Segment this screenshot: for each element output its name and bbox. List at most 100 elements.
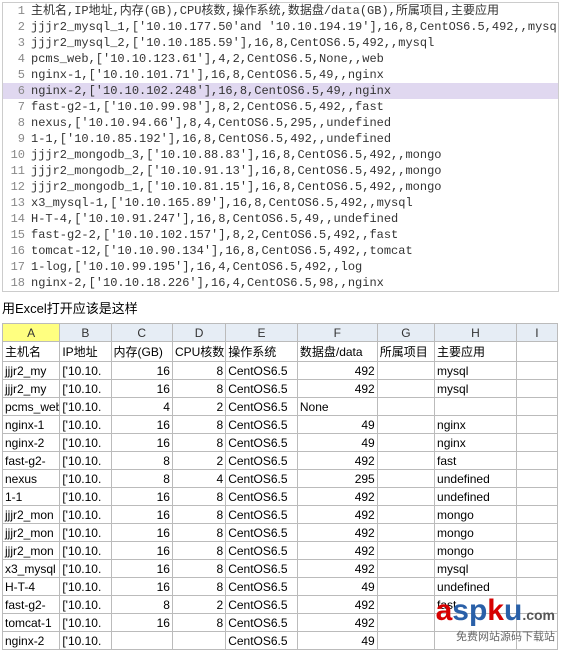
cell[interactable]: pcms_web xyxy=(3,398,60,416)
cell[interactable]: 16 xyxy=(111,524,172,542)
cell[interactable]: 492 xyxy=(297,596,377,614)
cell[interactable]: 2 xyxy=(172,452,225,470)
cell[interactable]: 8 xyxy=(172,578,225,596)
cell[interactable]: CentOS6.5 xyxy=(226,362,298,380)
cell[interactable] xyxy=(377,398,434,416)
cell[interactable]: 16 xyxy=(111,380,172,398)
cell[interactable]: tomcat-1 xyxy=(3,614,60,632)
cell[interactable]: CentOS6.5 xyxy=(226,470,298,488)
cell[interactable]: 8 xyxy=(172,524,225,542)
cell[interactable]: 16 xyxy=(111,614,172,632)
cell[interactable]: ['10.10. xyxy=(60,542,111,560)
cell[interactable]: nginx xyxy=(435,434,517,452)
cell[interactable]: ['10.10. xyxy=(60,596,111,614)
cell[interactable]: fast-g2- xyxy=(3,596,60,614)
cell[interactable]: CentOS6.5 xyxy=(226,452,298,470)
col-letter[interactable]: A xyxy=(3,324,60,342)
cell[interactable] xyxy=(516,614,557,632)
cell[interactable] xyxy=(377,362,434,380)
cell[interactable]: ['10.10. xyxy=(60,614,111,632)
cell[interactable]: 49 xyxy=(297,416,377,434)
cell[interactable]: 8 xyxy=(172,380,225,398)
cell[interactable]: 16 xyxy=(111,488,172,506)
cell[interactable]: 1-1 xyxy=(3,488,60,506)
cell[interactable] xyxy=(516,434,557,452)
cell[interactable] xyxy=(111,632,172,650)
cell[interactable]: ['10.10. xyxy=(60,560,111,578)
cell[interactable] xyxy=(516,452,557,470)
cell[interactable] xyxy=(516,398,557,416)
cell[interactable]: 8 xyxy=(111,452,172,470)
cell[interactable]: 16 xyxy=(111,362,172,380)
cell[interactable]: 16 xyxy=(111,416,172,434)
cell[interactable] xyxy=(377,614,434,632)
col-letter[interactable]: B xyxy=(60,324,111,342)
cell[interactable]: ['10.10. xyxy=(60,380,111,398)
header-cell[interactable] xyxy=(516,342,557,362)
cell[interactable]: 8 xyxy=(172,560,225,578)
cell[interactable]: 492 xyxy=(297,362,377,380)
cell[interactable]: nginx-1 xyxy=(3,416,60,434)
cell[interactable] xyxy=(516,524,557,542)
cell[interactable]: mysql xyxy=(435,380,517,398)
cell[interactable]: CentOS6.5 xyxy=(226,416,298,434)
col-letter[interactable]: G xyxy=(377,324,434,342)
cell[interactable]: undefined xyxy=(435,578,517,596)
cell[interactable] xyxy=(377,434,434,452)
cell[interactable]: 492 xyxy=(297,380,377,398)
col-letter[interactable]: I xyxy=(516,324,557,342)
cell[interactable]: CentOS6.5 xyxy=(226,632,298,650)
cell[interactable]: jjjr2_my xyxy=(3,362,60,380)
cell[interactable] xyxy=(516,416,557,434)
cell[interactable] xyxy=(377,416,434,434)
cell[interactable]: ['10.10. xyxy=(60,362,111,380)
cell[interactable] xyxy=(377,488,434,506)
header-cell[interactable]: CPU核数 xyxy=(172,342,225,362)
cell[interactable]: 4 xyxy=(172,470,225,488)
cell[interactable] xyxy=(516,632,557,650)
col-letter[interactable]: C xyxy=(111,324,172,342)
cell[interactable]: CentOS6.5 xyxy=(226,434,298,452)
cell[interactable]: ['10.10. xyxy=(60,470,111,488)
cell[interactable] xyxy=(377,596,434,614)
cell[interactable] xyxy=(377,380,434,398)
cell[interactable]: 8 xyxy=(172,506,225,524)
cell[interactable] xyxy=(377,506,434,524)
header-cell[interactable]: 主机名 xyxy=(3,342,60,362)
cell[interactable]: CentOS6.5 xyxy=(226,560,298,578)
cell[interactable]: jjjr2_mon xyxy=(3,524,60,542)
col-letter[interactable]: E xyxy=(226,324,298,342)
cell[interactable]: 8 xyxy=(111,470,172,488)
cell[interactable] xyxy=(516,578,557,596)
cell[interactable]: jjjr2_my xyxy=(3,380,60,398)
cell[interactable] xyxy=(377,578,434,596)
cell[interactable]: fast xyxy=(435,596,517,614)
cell[interactable]: 2 xyxy=(172,596,225,614)
cell[interactable] xyxy=(516,596,557,614)
cell[interactable]: ['10.10. xyxy=(60,524,111,542)
cell[interactable]: nginx-2 xyxy=(3,434,60,452)
cell[interactable]: 49 xyxy=(297,632,377,650)
cell[interactable]: 16 xyxy=(111,506,172,524)
cell[interactable]: CentOS6.5 xyxy=(226,398,298,416)
col-letter[interactable]: F xyxy=(297,324,377,342)
header-cell[interactable]: 主要应用 xyxy=(435,342,517,362)
cell[interactable]: mysql xyxy=(435,560,517,578)
cell[interactable]: 492 xyxy=(297,506,377,524)
cell[interactable]: mongo xyxy=(435,524,517,542)
col-letter[interactable]: H xyxy=(435,324,517,342)
cell[interactable]: jjjr2_mon xyxy=(3,542,60,560)
cell[interactable]: fast xyxy=(435,452,517,470)
cell[interactable] xyxy=(435,614,517,632)
cell[interactable]: 8 xyxy=(172,488,225,506)
cell[interactable]: undefined xyxy=(435,470,517,488)
cell[interactable]: jjjr2_mon xyxy=(3,506,60,524)
cell[interactable] xyxy=(377,560,434,578)
cell[interactable]: 8 xyxy=(172,542,225,560)
cell[interactable]: 4 xyxy=(111,398,172,416)
cell[interactable]: CentOS6.5 xyxy=(226,524,298,542)
cell[interactable] xyxy=(516,560,557,578)
cell[interactable]: ['10.10. xyxy=(60,632,111,650)
cell[interactable]: 295 xyxy=(297,470,377,488)
cell[interactable]: CentOS6.5 xyxy=(226,578,298,596)
